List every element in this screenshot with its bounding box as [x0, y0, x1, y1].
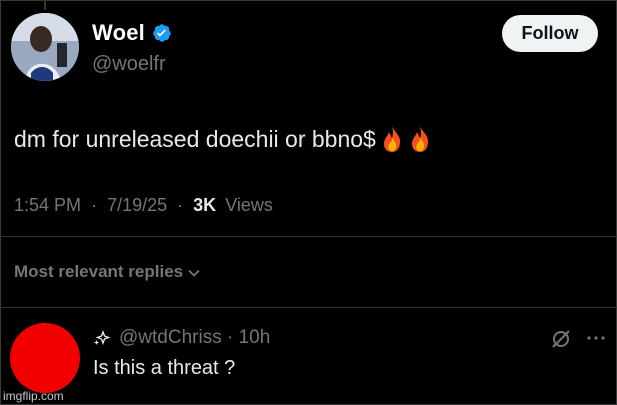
views-label: Views	[225, 195, 273, 215]
meta-separator: ·	[172, 195, 189, 215]
grok-icon[interactable]	[550, 328, 572, 350]
reply-time[interactable]: 10h	[239, 327, 271, 349]
sparkle-icon	[93, 329, 111, 347]
views-count[interactable]: 3K	[193, 195, 216, 215]
replies-sort-label: Most relevant replies	[14, 262, 184, 281]
divider	[0, 236, 617, 237]
tweet-text-row: dm for unreleased doechii or bbno$	[14, 124, 432, 154]
more-options-icon[interactable]	[584, 328, 608, 348]
reply-avatar[interactable]	[10, 323, 80, 393]
tweet-date[interactable]: 7/19/25	[107, 195, 167, 215]
fire-icon	[380, 124, 404, 154]
reply-text: Is this a threat ?	[93, 357, 236, 379]
tweet-text: dm for unreleased doechii or bbno$	[14, 125, 376, 152]
thread-connector-line	[44, 0, 46, 10]
meta-separator: ·	[86, 195, 103, 215]
avatar[interactable]	[11, 13, 79, 81]
replies-sort-dropdown[interactable]: Most relevant replies	[14, 262, 201, 282]
avatar-photo	[11, 13, 79, 81]
meta-separator: ·	[221, 327, 239, 348]
verified-badge-icon	[152, 23, 172, 43]
author-name-row: Woel	[92, 20, 172, 46]
watermark: imgflip.com	[3, 389, 64, 403]
reply-handle[interactable]: @wtdChriss	[119, 327, 222, 349]
divider	[0, 307, 617, 308]
chevron-down-icon	[187, 265, 201, 279]
follow-button[interactable]: Follow	[502, 15, 598, 52]
author-name[interactable]: Woel	[92, 20, 145, 46]
fire-icon	[408, 124, 432, 154]
tweet-time[interactable]: 1:54 PM	[14, 195, 81, 215]
author-handle[interactable]: @woelfr	[92, 53, 166, 76]
tweet-meta: 1:54 PM · 7/19/25 · 3K Views	[14, 195, 273, 216]
reply-header: @wtdChriss · 10h	[93, 327, 270, 349]
